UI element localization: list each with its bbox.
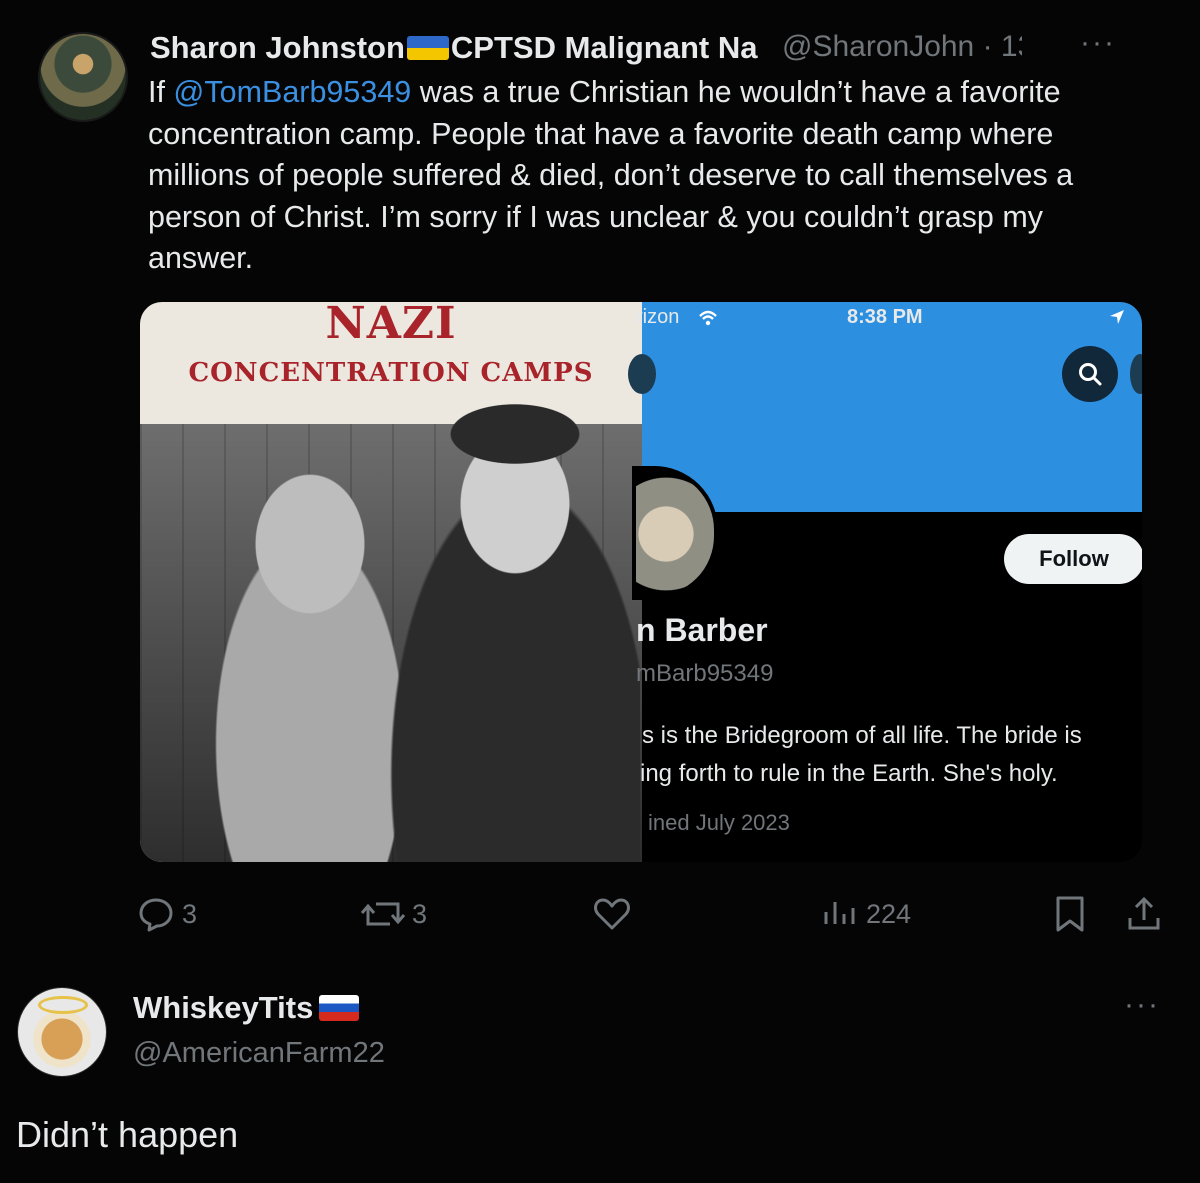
repost-icon [360, 902, 406, 926]
share-icon [1128, 896, 1160, 930]
poster-title: NAZI [325, 302, 457, 349]
author-name-text: Sharon Johnston [150, 30, 405, 65]
wifi-icon [699, 310, 717, 326]
search-icon [1079, 363, 1102, 386]
follow-button[interactable]: Follow [1004, 534, 1142, 584]
mention-link[interactable]: @TomBarb95349 [173, 75, 411, 109]
share-button[interactable] [1124, 894, 1170, 934]
reply-tweet-text: Didn’t happen [16, 1114, 239, 1155]
tweet-media[interactable]: NAZI CONCENTRATION CAMPS rizon 8:38 PM F… [140, 302, 1142, 862]
location-arrow-icon [1110, 310, 1124, 324]
views-count: 224 [866, 898, 912, 929]
heart-icon [594, 898, 630, 930]
media-image-profile-screenshot[interactable]: rizon 8:38 PM Follow n Barber mBarb95349… [628, 302, 1142, 862]
more-options-icon[interactable]: ··· [1124, 988, 1160, 1022]
russia-flag-icon [319, 995, 360, 1021]
author-avatar[interactable] [40, 34, 126, 120]
views-button[interactable]: 224 [820, 894, 911, 934]
reply-author-handle[interactable]: @AmericanFarm22 [133, 1037, 385, 1070]
author-name-suffix: CPTSD Malignant Na [450, 30, 758, 65]
author-handle-time[interactable]: @SharonJohn · 13h [782, 30, 1022, 64]
more-options-icon[interactable]: ··· [1080, 26, 1116, 60]
reply-author-name-text: WhiskeyTits [133, 990, 314, 1025]
repost-button[interactable]: 3 [360, 894, 427, 934]
reply-count: 3 [182, 898, 198, 929]
poster-subtitle: CONCENTRATION CAMPS [188, 358, 594, 388]
photo-figure-right [370, 394, 640, 862]
reply-icon [139, 898, 173, 932]
reply-button[interactable]: 3 [136, 894, 197, 934]
repost-count: 3 [412, 898, 428, 929]
search-button[interactable] [1062, 346, 1118, 402]
carrier-label: rizon [636, 306, 680, 328]
bookmark-icon [1056, 896, 1084, 932]
media-image-poster[interactable]: NAZI CONCENTRATION CAMPS [140, 302, 642, 862]
phone-status-bar: rizon 8:38 PM [636, 302, 1142, 342]
profile-handle: mBarb95349 [636, 660, 774, 687]
tweet-text-prefix: If [148, 75, 174, 109]
author-name[interactable]: Sharon Johnston CPTSD Malignant Na [150, 30, 790, 66]
profile-bio-line: ing forth to rule in the Earth. She's ho… [640, 760, 1058, 787]
historical-photo [140, 394, 642, 862]
status-time: 8:38 PM [847, 306, 923, 328]
profile-bio-line: s is the Bridegroom of all life. The bri… [642, 722, 1082, 749]
profile-name: n Barber [636, 612, 768, 648]
tweet-text: If @TomBarb95349 was a true Christian he… [148, 72, 1138, 280]
profile-joined-date: ined July 2023 [648, 810, 790, 835]
halo-graphic [38, 996, 88, 1014]
bookmark-button[interactable] [1052, 894, 1094, 934]
like-button[interactable] [592, 894, 638, 934]
ukraine-flag-icon [406, 36, 449, 60]
views-chart-icon [824, 902, 855, 924]
back-button[interactable] [628, 354, 656, 394]
reply-author-name[interactable]: WhiskeyTits [133, 990, 360, 1026]
